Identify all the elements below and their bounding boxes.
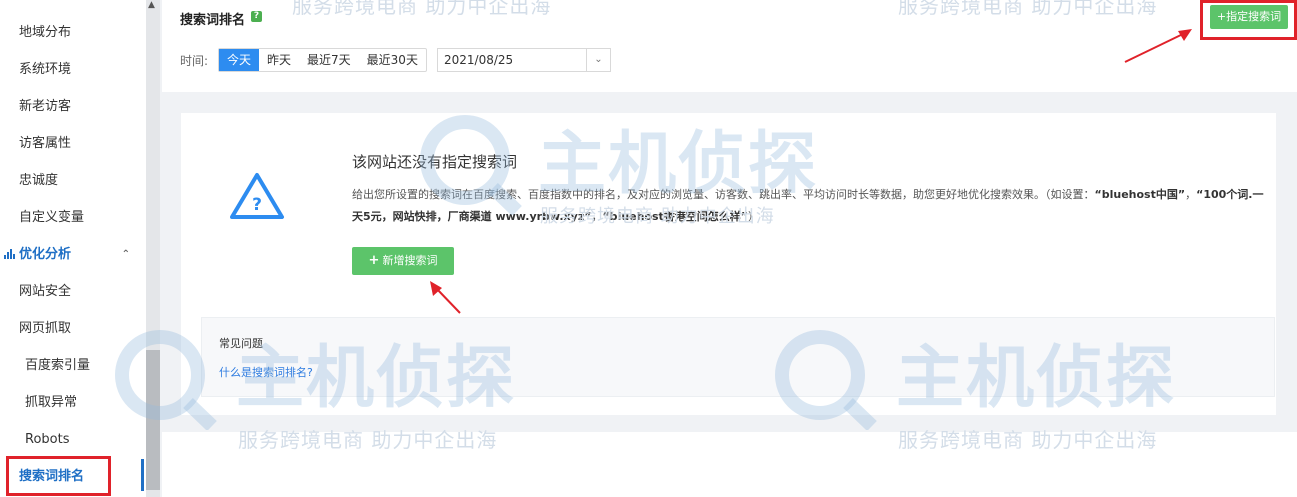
sidebar-group-label: 优化分析 bbox=[19, 247, 72, 262]
empty-state-panel: ? 该网站还没有指定搜索词 给出您所设置的搜索词在百度搜索、百度指数中的排名，及… bbox=[181, 113, 1276, 415]
date-picker[interactable]: 2021/08/25 ⌄ bbox=[437, 48, 611, 72]
desc-end: ） bbox=[748, 210, 760, 223]
faq-section: 常见问题 什么是搜索词排名? bbox=[201, 317, 1275, 397]
sidebar-item-crawl-errors[interactable]: 抓取异常 bbox=[0, 384, 146, 421]
sidebar-item-system-env[interactable]: 系统环境 bbox=[0, 51, 146, 88]
plus-icon: + bbox=[368, 253, 380, 268]
bar-chart-icon bbox=[4, 249, 15, 259]
empty-state-title: 该网站还没有指定搜索词 bbox=[352, 153, 518, 171]
time-option-today[interactable]: 今天 bbox=[219, 49, 260, 71]
desc-example-3: “bluehost香港空间怎么样” bbox=[602, 210, 749, 223]
sidebar: 地域分布 系统环境 新老访客 访客属性 忠诚度 自定义变量 优化分析 ⌃ 网站安… bbox=[0, 0, 146, 497]
sidebar-item-site-security[interactable]: 网站安全 bbox=[0, 273, 146, 310]
sidebar-item-region[interactable]: 地域分布 bbox=[0, 14, 146, 51]
collapse-icon[interactable]: ▲ bbox=[148, 0, 155, 10]
add-search-term-button[interactable]: + 新增搜索词 bbox=[352, 247, 454, 275]
assign-search-term-button[interactable]: +指定搜索词 bbox=[1210, 5, 1288, 29]
time-option-last7[interactable]: 最近7天 bbox=[299, 49, 359, 71]
sidebar-item-search-term-ranking[interactable]: 搜索词排名 bbox=[0, 458, 146, 495]
warning-triangle-icon: ? bbox=[230, 173, 284, 219]
help-icon[interactable]: ? bbox=[251, 11, 262, 22]
desc-sep-1: ， bbox=[1185, 188, 1197, 201]
header-panel: 搜索词排名 ? 时间: 今天 昨天 最近7天 最近30天 2021/08/25 … bbox=[162, 0, 1297, 92]
date-value: 2021/08/25 bbox=[444, 53, 514, 67]
sidebar-item-robots[interactable]: Robots bbox=[0, 421, 146, 458]
time-option-last30[interactable]: 最近30天 bbox=[359, 49, 426, 71]
sidebar-item-page-crawl[interactable]: 网页抓取 bbox=[0, 310, 146, 347]
sidebar-item-new-old-visitors[interactable]: 新老访客 bbox=[0, 88, 146, 125]
faq-link[interactable]: 什么是搜索词排名? bbox=[219, 364, 313, 380]
add-button-label: 新增搜索词 bbox=[382, 254, 438, 267]
sidebar-item-custom-variables[interactable]: 自定义变量 bbox=[0, 199, 146, 236]
scrollbar-thumb[interactable] bbox=[146, 350, 160, 490]
faq-title: 常见问题 bbox=[219, 337, 263, 350]
desc-sep-2: ， bbox=[591, 210, 603, 223]
time-label: 时间: bbox=[180, 54, 209, 68]
chevron-up-icon[interactable]: ⌃ bbox=[122, 236, 130, 273]
sidebar-group-optimization[interactable]: 优化分析 ⌃ bbox=[0, 236, 146, 273]
page-title: 搜索词排名 bbox=[180, 13, 246, 28]
time-option-yesterday[interactable]: 昨天 bbox=[259, 49, 299, 71]
sidebar-item-loyalty[interactable]: 忠诚度 bbox=[0, 162, 146, 199]
active-indicator bbox=[141, 459, 144, 491]
empty-state-description: 给出您所设置的搜索词在百度搜索、百度指数中的排名，及对应的浏览量、访客数、跳出率… bbox=[352, 184, 1272, 228]
time-range-selector: 今天 昨天 最近7天 最近30天 bbox=[218, 48, 427, 72]
chevron-down-icon[interactable]: ⌄ bbox=[586, 49, 610, 71]
desc-example-1: “bluehost中国” bbox=[1094, 188, 1186, 201]
sidebar-item-baidu-index[interactable]: 百度索引量 bbox=[0, 347, 146, 384]
sidebar-item-visitor-attributes[interactable]: 访客属性 bbox=[0, 125, 146, 162]
desc-text-1: 给出您所设置的搜索词在百度搜索、百度指数中的排名，及对应的浏览量、访客数、跳出率… bbox=[352, 188, 1095, 201]
bottom-panel bbox=[162, 432, 1297, 497]
svg-text:?: ? bbox=[252, 195, 262, 215]
